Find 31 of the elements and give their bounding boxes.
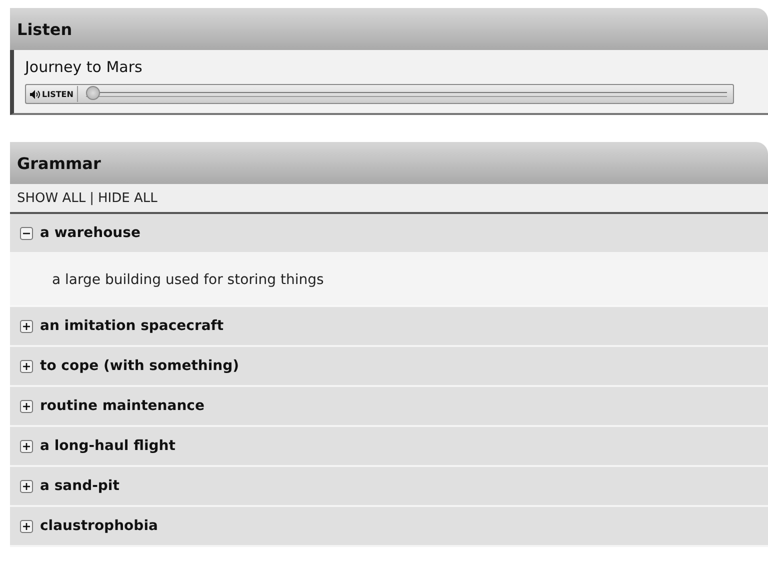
plus-icon[interactable] <box>20 520 33 532</box>
speaker-icon <box>30 90 40 98</box>
listen-button[interactable]: LISTEN <box>26 86 78 102</box>
panel-title: Listen <box>17 20 72 38</box>
term-text: an imitation spacecraft <box>40 318 224 334</box>
term-row[interactable]: a warehouse <box>10 214 768 254</box>
term-text: routine maintenance <box>40 398 204 414</box>
term-text: a warehouse <box>40 225 140 241</box>
toggle-link[interactable]: HIDE ALL <box>98 191 158 206</box>
term-row[interactable]: to cope (with something) <box>10 347 768 387</box>
term-row[interactable]: routine maintenance <box>10 387 768 427</box>
term-row[interactable]: a sand-pit <box>10 467 768 507</box>
term-row[interactable]: claustrophobia <box>10 507 768 547</box>
minus-icon[interactable] <box>20 226 33 240</box>
plus-icon[interactable] <box>20 440 33 452</box>
term-text: a long-haul flight <box>40 438 176 454</box>
term-row[interactable]: a long-haul flight <box>10 427 768 467</box>
term-text: claustrophobia <box>40 518 158 534</box>
definition-text: a large building used for storing things <box>10 254 768 307</box>
plus-icon[interactable] <box>20 400 33 412</box>
seek-thumb[interactable] <box>86 86 100 100</box>
plus-icon[interactable] <box>20 320 33 332</box>
plus-icon[interactable] <box>20 480 33 492</box>
separator: | <box>90 191 94 206</box>
panel-title: Grammar <box>17 154 101 172</box>
term-row[interactable]: an imitation spacecraft <box>10 307 768 347</box>
term-text: to cope (with something) <box>40 358 240 374</box>
term-text: a sand-pit <box>40 478 120 494</box>
plus-icon[interactable] <box>20 360 33 372</box>
track-title: Journey to Mars <box>25 58 144 76</box>
toggle-link[interactable]: SHOW ALL <box>17 191 86 206</box>
